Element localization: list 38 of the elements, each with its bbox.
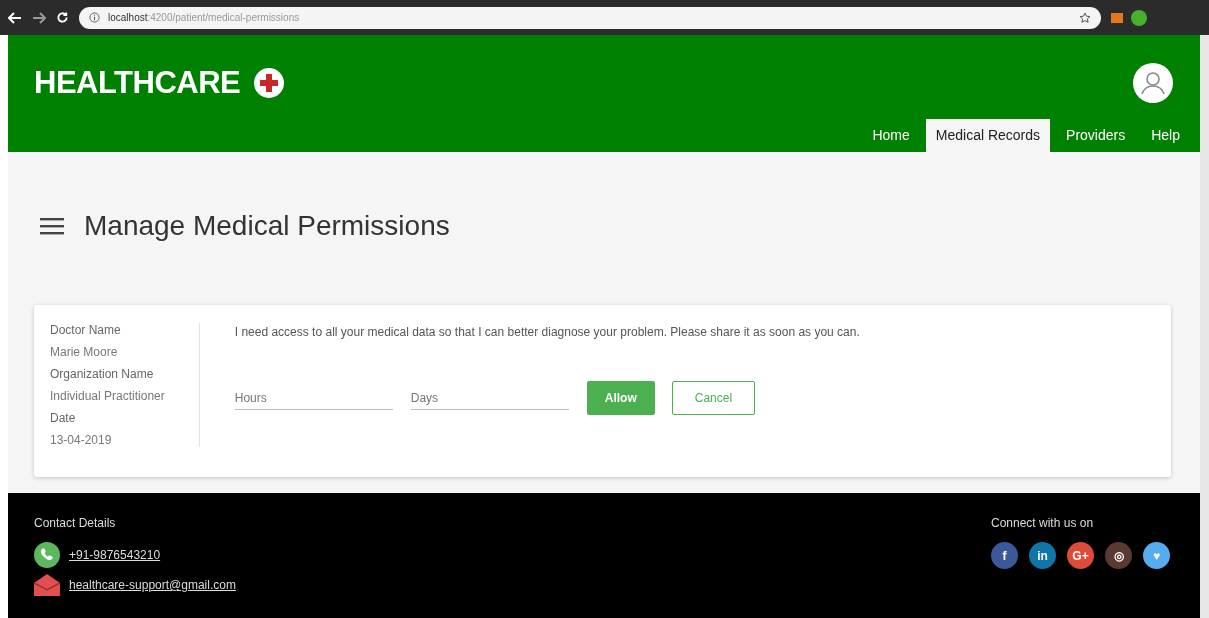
detail-label: Date bbox=[50, 411, 77, 425]
footer-heading: Connect with us on bbox=[991, 516, 1095, 530]
reload-icon[interactable] bbox=[56, 11, 69, 24]
forward-icon[interactable] bbox=[32, 11, 46, 24]
address-bar[interactable]: localhost:4200/patient/medical-permissions bbox=[79, 6, 1101, 29]
star-icon[interactable] bbox=[1079, 11, 1091, 24]
nav-tab[interactable]: Medical Records bbox=[925, 119, 1051, 152]
social-icon[interactable]: ◎ bbox=[1105, 542, 1132, 569]
nav-tab[interactable]: Providers bbox=[1056, 119, 1136, 152]
mail-icon bbox=[34, 574, 60, 596]
request-message: I need access to all your medical data so that I can better diagnose your problem. Please share it as soon as you can. bbox=[234, 325, 861, 339]
detail-label: Doctor Name bbox=[50, 323, 122, 337]
contact-link[interactable]: healthcare-support@gmail.com bbox=[69, 578, 236, 592]
info-icon bbox=[89, 12, 100, 23]
input-field[interactable]: Days bbox=[410, 386, 569, 410]
detail-value: Individual Practitioner bbox=[50, 389, 165, 403]
social-icon[interactable]: in bbox=[1029, 542, 1056, 569]
brand-logo[interactable]: HEALTHCARE bbox=[34, 65, 241, 101]
medical-cross-icon bbox=[254, 68, 285, 98]
social-icon[interactable]: f bbox=[991, 542, 1018, 569]
input-field[interactable]: Hours bbox=[234, 386, 393, 410]
cancel-button[interactable]: Cancel bbox=[671, 381, 756, 415]
user-avatar-icon[interactable] bbox=[1133, 63, 1173, 103]
url-text: localhost:4200/patient/medical-permissions bbox=[108, 12, 301, 23]
phone-icon bbox=[34, 542, 60, 568]
back-icon[interactable] bbox=[8, 11, 22, 24]
detail-value: Marie Moore bbox=[50, 345, 119, 359]
nav-tab[interactable]: Help bbox=[1141, 119, 1190, 152]
contact-link[interactable]: +91-9876543210 bbox=[69, 548, 161, 562]
detail-label: Organization Name bbox=[50, 367, 155, 381]
nav-tab[interactable]: Home bbox=[862, 119, 920, 152]
allow-button[interactable]: Allow bbox=[586, 381, 655, 415]
social-icon[interactable]: G+ bbox=[1067, 542, 1094, 569]
footer-heading: Contact Details bbox=[34, 516, 117, 530]
scrollbar[interactable] bbox=[1200, 35, 1209, 618]
menu-icon[interactable] bbox=[40, 217, 64, 235]
detail-value: 13-04-2019 bbox=[50, 433, 113, 447]
page-title: Manage Medical Permissions bbox=[84, 210, 450, 242]
